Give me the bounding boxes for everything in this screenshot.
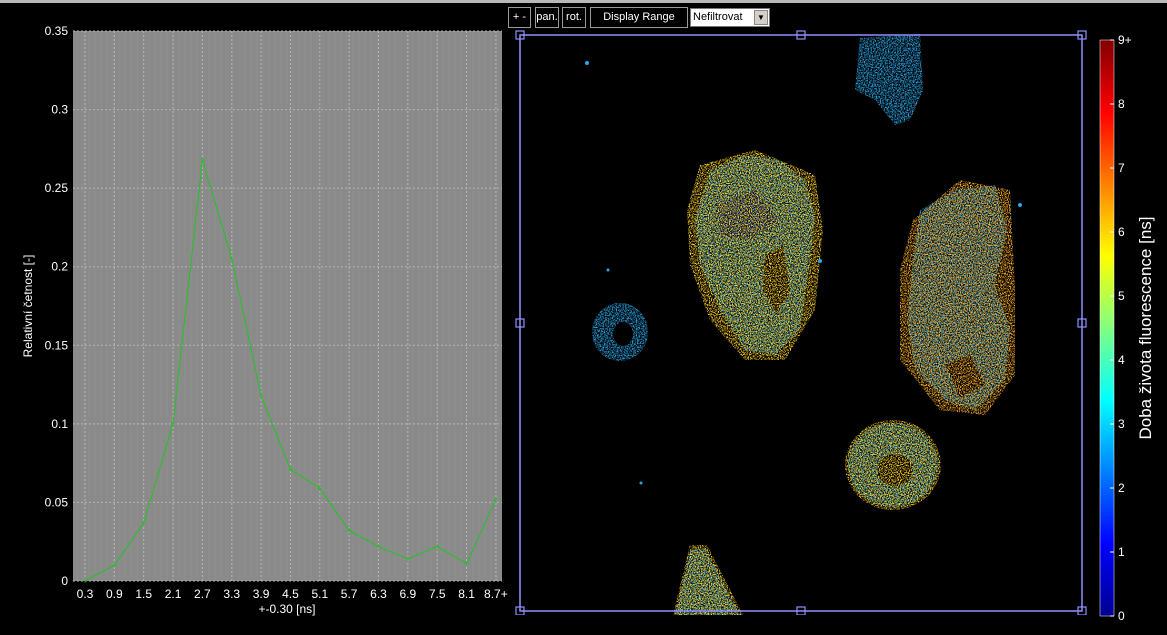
filter-select-value: Nefiltrovat (693, 11, 743, 23)
y-tick-label: 0.2 (51, 260, 68, 274)
x-tick-label: 8.1 (458, 587, 475, 601)
y-tick-label: 0.05 (45, 495, 69, 509)
data-point: + (200, 155, 205, 165)
y-tick-label: 0.3 (51, 103, 68, 117)
colorbar-tick-label: 2 (1118, 481, 1125, 495)
data-point: + (376, 541, 381, 551)
data-point: + (317, 483, 322, 493)
colorbar-label: Doba života fluorescence [ns] (1136, 216, 1155, 439)
x-tick-label: 6.9 (400, 587, 417, 601)
colorbar-tick-label: 7 (1118, 161, 1125, 175)
y-axis-label: Relativní četnost [-] (21, 255, 35, 358)
y-tick-label: 0.35 (45, 24, 69, 38)
colorbar-tick-label: 0 (1118, 609, 1125, 623)
x-tick-label: 3.9 (253, 587, 270, 601)
speck (818, 259, 822, 263)
x-tick-label: 0.3 (77, 587, 94, 601)
cell-left-ring (592, 303, 648, 361)
x-tick-label: 0.9 (106, 587, 123, 601)
data-point: + (464, 559, 469, 569)
colorbar: 0 1 2 3 4 5 6 7 8 9+ Doba života fluorescence [ns… (1099, 33, 1155, 623)
colorbar-tick-label: 1 (1118, 545, 1125, 559)
y-tick-label: 0.15 (45, 338, 69, 352)
x-axis-ticks: 0.3 0.9 1.5 2.1 2.7 3.3 3.9 4.5 5.1 5.7 6.3 6.9 7.5 8… (77, 587, 508, 601)
data-point: + (347, 526, 352, 536)
colorbar-tick-label: 3 (1118, 417, 1125, 431)
speck (585, 61, 589, 65)
data-point: + (112, 560, 117, 570)
y-axis-ticks: 0 0.05 0.1 0.15 0.2 0.25 0.3 0.35 (45, 24, 69, 588)
x-tick-label: 2.1 (165, 587, 182, 601)
data-point: + (435, 541, 440, 551)
x-tick-label: 5.1 (311, 587, 328, 601)
data-point: + (170, 419, 175, 429)
display-range-button[interactable]: Display Range (590, 7, 688, 28)
x-tick-label: 2.7 (194, 587, 211, 601)
data-point: + (493, 494, 498, 504)
data-point: + (229, 254, 234, 264)
x-axis-label: +-0.30 [ns] (258, 602, 315, 616)
data-point: + (82, 576, 87, 586)
data-point: + (258, 391, 263, 401)
x-tick-label: 8.7+ (484, 587, 508, 601)
speck (1018, 203, 1022, 207)
y-tick-label: 0.1 (51, 417, 68, 431)
pan-button[interactable]: pan. (535, 7, 559, 28)
cell-bottom-ring-edge (845, 420, 941, 510)
colorbar-tick-label: 4 (1118, 353, 1125, 367)
colorbar-tick-label: 8 (1118, 97, 1125, 111)
colorbar-tick-label: 9+ (1118, 33, 1132, 47)
filter-select[interactable]: Nefiltrovat ▼ (690, 8, 770, 27)
fluorescence-image[interactable] (515, 30, 1087, 615)
x-tick-label: 7.5 (429, 587, 446, 601)
histogram-chart: 0 0.05 0.1 0.15 0.2 0.25 0.3 0.35 0.3 0.9 1.5 2.1 2… (21, 24, 508, 616)
rotate-button[interactable]: rot. (562, 7, 586, 28)
x-tick-label: 1.5 (135, 587, 152, 601)
data-point: + (141, 518, 146, 528)
speck (606, 268, 610, 272)
colorbar-tick-label: 6 (1118, 225, 1125, 239)
x-tick-label: 6.3 (370, 587, 387, 601)
speck (639, 481, 643, 485)
y-tick-label: 0.25 (45, 181, 69, 195)
x-tick-label: 4.5 (282, 587, 299, 601)
colorbar-gradient (1099, 39, 1115, 617)
data-point: + (405, 554, 410, 564)
data-point: + (288, 464, 293, 474)
y-tick-label: 0 (61, 574, 68, 588)
x-tick-label: 5.7 (341, 587, 358, 601)
chevron-down-icon[interactable]: ▼ (754, 10, 768, 25)
x-tick-label: 3.3 (223, 587, 240, 601)
colorbar-tick-label: 5 (1118, 289, 1125, 303)
zoom-button[interactable]: + - (508, 7, 531, 28)
